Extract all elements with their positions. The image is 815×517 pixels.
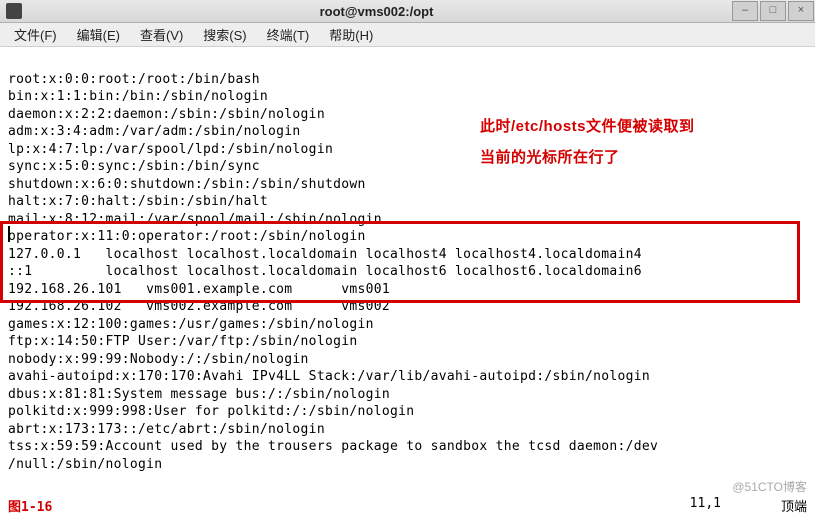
term-line: daemon:x:2:2:daemon:/sbin:/sbin/nologin xyxy=(8,107,325,122)
menu-edit[interactable]: 编辑(E) xyxy=(67,23,130,46)
annotation-note-1: 此时/etc/hosts文件便被读取到 xyxy=(480,118,695,136)
term-line: 127.0.0.1 localhost localhost.localdomai… xyxy=(8,247,642,262)
term-line: bin:x:1:1:bin:/bin:/sbin/nologin xyxy=(8,89,268,104)
term-line: shutdown:x:6:0:shutdown:/sbin:/sbin/shut… xyxy=(8,177,366,192)
window-controls: – □ × xyxy=(731,1,815,21)
menu-search[interactable]: 搜索(S) xyxy=(193,23,256,46)
close-button[interactable]: × xyxy=(788,1,814,21)
term-line: 192.168.26.102 vms002.example.com vms002 xyxy=(8,299,390,314)
cursor-position: 11,1 xyxy=(690,496,721,515)
term-line: halt:x:7:0:halt:/sbin:/sbin/halt xyxy=(8,194,268,209)
term-line: tss:x:59:59:Account used by the trousers… xyxy=(8,439,658,454)
text-cursor xyxy=(8,226,10,242)
term-line: /null:/sbin/nologin xyxy=(8,457,162,472)
term-line: root:x:0:0:root:/root:/bin/bash xyxy=(8,72,260,87)
term-line: nobody:x:99:99:Nobody:/:/sbin/nologin xyxy=(8,352,309,367)
term-line: games:x:12:100:games:/usr/games:/sbin/no… xyxy=(8,317,374,332)
term-line: polkitd:x:999:998:User for polkitd:/:/sb… xyxy=(8,404,414,419)
window-titlebar: root@vms002:/opt – □ × xyxy=(0,0,815,23)
term-line: mail:x:8:12:mail:/var/spool/mail:/sbin/n… xyxy=(8,212,382,227)
terminal-icon xyxy=(6,3,22,19)
menu-view[interactable]: 查看(V) xyxy=(130,23,193,46)
term-line: ::1 localhost localhost.localdomain loca… xyxy=(8,264,642,279)
term-line: lp:x:4:7:lp:/var/spool/lpd:/sbin/nologin xyxy=(8,142,333,157)
terminal-view[interactable]: root:x:0:0:root:/root:/bin/bash bin:x:1:… xyxy=(0,47,815,517)
menu-help[interactable]: 帮助(H) xyxy=(319,23,383,46)
term-line: 192.168.26.101 vms001.example.com vms001 xyxy=(8,282,390,297)
maximize-button[interactable]: □ xyxy=(760,1,786,21)
annotation-note-2: 当前的光标所在行了 xyxy=(480,149,620,167)
term-line: dbus:x:81:81:System message bus:/:/sbin/… xyxy=(8,387,390,402)
scroll-indicator: 顶端 xyxy=(781,496,807,515)
term-line: adm:x:3:4:adm:/var/adm:/sbin/nologin xyxy=(8,124,301,139)
term-line: ftp:x:14:50:FTP User:/var/ftp:/sbin/nolo… xyxy=(8,334,357,349)
menu-file[interactable]: 文件(F) xyxy=(4,23,67,46)
watermark: @51CTO博客 xyxy=(732,478,807,495)
term-line: abrt:x:173:173::/etc/abrt:/sbin/nologin xyxy=(8,422,325,437)
status-bar: 图1-16 11,1 顶端 xyxy=(0,496,815,515)
term-line: sync:x:5:0:sync:/sbin:/bin/sync xyxy=(8,159,260,174)
minimize-button[interactable]: – xyxy=(732,1,758,21)
menu-bar: 文件(F) 编辑(E) 查看(V) 搜索(S) 终端(T) 帮助(H) xyxy=(0,23,815,47)
figure-label: 图1-16 xyxy=(8,496,52,515)
window-title: root@vms002:/opt xyxy=(22,4,731,19)
menu-terminal[interactable]: 终端(T) xyxy=(257,23,320,46)
term-line: operator:x:11:0:operator:/root:/sbin/nol… xyxy=(8,229,366,244)
term-line: avahi-autoipd:x:170:170:Avahi IPv4LL Sta… xyxy=(8,369,650,384)
